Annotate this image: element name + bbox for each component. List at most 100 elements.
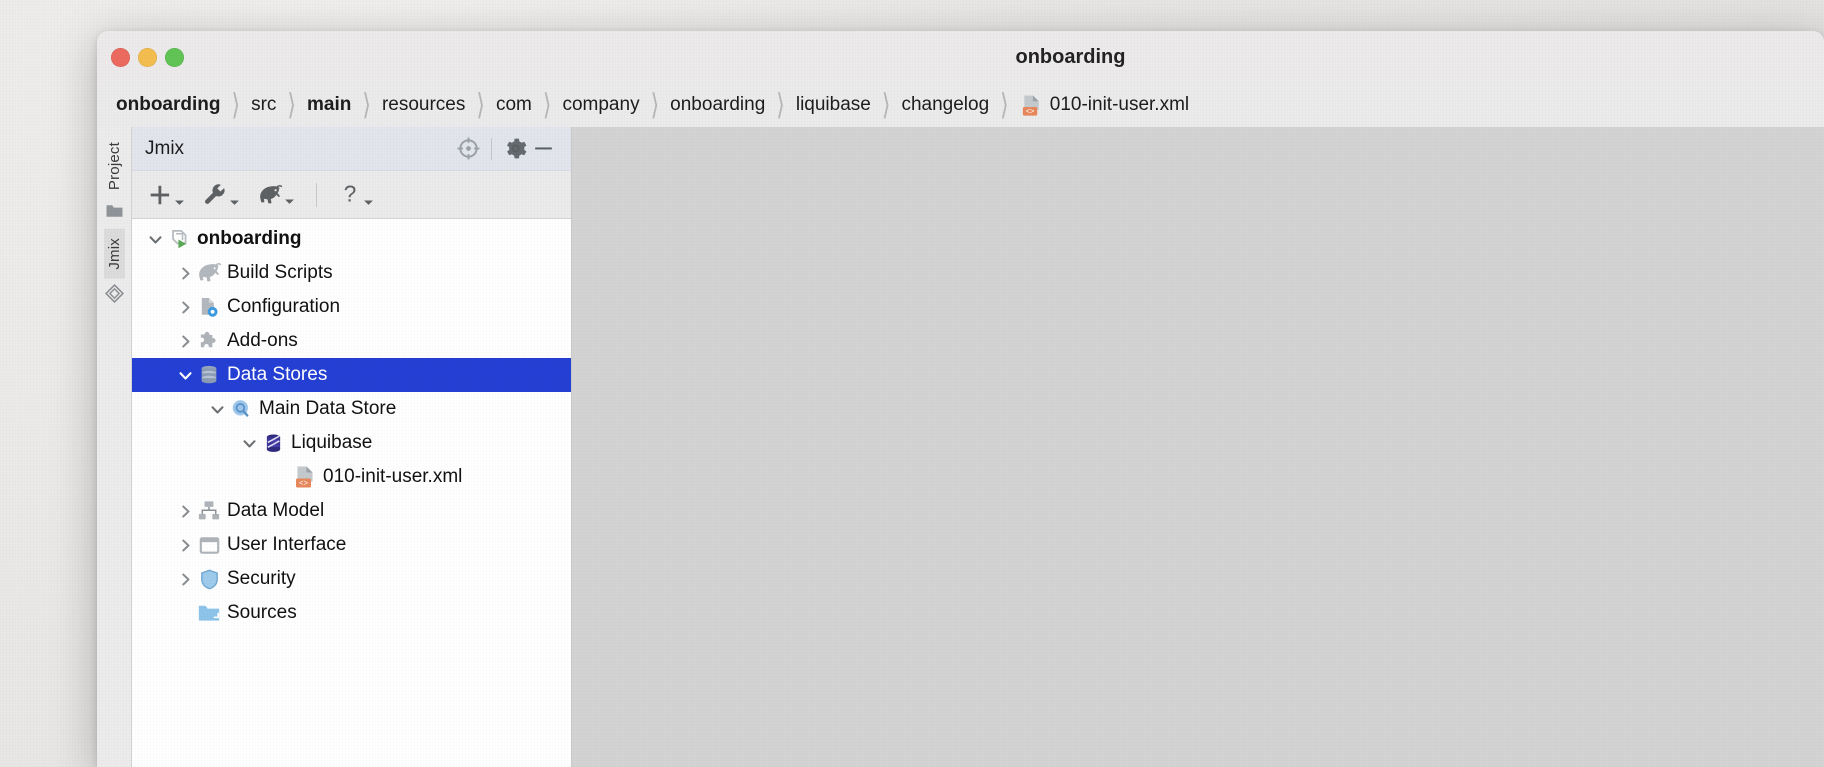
configuration-icon <box>196 295 222 319</box>
jmix-project-tree[interactable]: onboarding Build Scripts Configuration A… <box>132 219 571 767</box>
breadcrumb-item-changelog[interactable]: changelog <box>901 94 989 116</box>
tool-window-title: Jmix <box>145 137 185 159</box>
breadcrumb-item-company[interactable]: company <box>562 94 639 116</box>
breadcrumb-separator-icon: ⟩ <box>362 87 371 122</box>
svg-text:<>: <> <box>299 478 309 487</box>
add-icon[interactable] <box>145 179 187 211</box>
chevron-down-icon <box>175 200 184 205</box>
gradle-elephant-icon <box>196 262 222 284</box>
tool-window-toolbar: ? <box>132 171 571 219</box>
tree-label: 010-init-user.xml <box>323 466 463 487</box>
window-titlebar: onboarding <box>97 31 1824 83</box>
breadcrumb-item-main[interactable]: main <box>307 94 351 116</box>
jmix-project-icon <box>166 227 192 251</box>
breadcrumb: onboarding ⟩ src ⟩ main ⟩ resources ⟩ co… <box>97 83 1824 127</box>
puzzle-icon <box>196 329 222 353</box>
tool-window-header: Jmix <box>132 127 571 171</box>
chevron-right-icon[interactable] <box>174 538 196 553</box>
tree-label: Liquibase <box>291 432 373 453</box>
jmix-diamond-icon[interactable] <box>104 283 125 304</box>
tree-label: Sources <box>227 602 297 623</box>
ide-body: Project Jmix Jmix ? onboarding Build Scr… <box>97 127 1824 767</box>
ide-window: onboarding onboarding ⟩ src ⟩ main ⟩ res… <box>97 31 1824 767</box>
chevron-down-icon[interactable] <box>238 436 260 451</box>
minimize-icon[interactable] <box>529 135 557 163</box>
breadcrumb-item-com[interactable]: com <box>496 94 532 116</box>
breadcrumb-separator-icon: ⟩ <box>650 87 660 122</box>
tree-label: User Interface <box>227 534 347 555</box>
chevron-right-icon[interactable] <box>174 266 196 281</box>
breadcrumb-item-file[interactable]: <> 010-init-user.xml <box>1020 94 1189 117</box>
chevron-down-icon <box>364 200 373 205</box>
tree-row-build-scripts[interactable]: Build Scripts <box>132 256 571 290</box>
chevron-right-icon[interactable] <box>174 300 196 315</box>
breadcrumb-file-label: 010-init-user.xml <box>1049 94 1190 115</box>
svg-text:<>: <> <box>1025 106 1034 115</box>
tree-label: Add-ons <box>227 330 298 351</box>
tree-label: Build Scripts <box>227 262 333 283</box>
chevron-right-icon[interactable] <box>174 572 196 587</box>
gear-icon[interactable] <box>501 135 529 163</box>
tree-row-data-model[interactable]: Data Model <box>132 494 571 528</box>
sidebar-tab-jmix[interactable]: Jmix <box>103 229 125 279</box>
tree-label: Data Model <box>227 500 325 521</box>
chevron-down-icon[interactable] <box>206 402 228 417</box>
tree-label: Data Stores <box>227 364 328 385</box>
data-model-icon <box>196 499 222 523</box>
tree-label: Security <box>227 568 296 589</box>
breadcrumb-item-liquibase[interactable]: liquibase <box>796 94 871 116</box>
tree-row-sources[interactable]: Sources <box>132 596 571 630</box>
editor-area[interactable] <box>572 127 1824 767</box>
tree-row-user-interface[interactable]: User Interface <box>132 528 571 562</box>
folder-icon[interactable] <box>105 203 124 219</box>
breadcrumb-separator-icon: ⟩ <box>231 87 241 122</box>
wrench-icon[interactable] <box>200 179 242 211</box>
tree-row-xml-file[interactable]: <> 010-init-user.xml <box>132 460 571 494</box>
breadcrumb-separator-icon: ⟩ <box>881 87 891 122</box>
tree-row-configuration[interactable]: Configuration <box>132 290 571 324</box>
database-icon <box>196 364 222 386</box>
chevron-down-icon <box>285 199 294 204</box>
tree-row-main-data-store[interactable]: Main Data Store <box>132 392 571 426</box>
breadcrumb-separator-icon: ⟩ <box>1000 87 1009 122</box>
locate-icon[interactable] <box>454 135 482 163</box>
svg-text:?: ? <box>344 182 357 207</box>
breadcrumb-separator-icon: ⟩ <box>776 87 785 122</box>
data-store-icon <box>228 398 254 421</box>
tree-row-add-ons[interactable]: Add-ons <box>132 324 571 358</box>
folder-icon <box>196 602 222 624</box>
chevron-right-icon[interactable] <box>174 504 196 519</box>
breadcrumb-item-resources[interactable]: resources <box>382 94 465 116</box>
breadcrumb-separator-icon: ⟩ <box>542 87 552 122</box>
traffic-light-controls[interactable] <box>97 47 184 67</box>
close-button[interactable] <box>111 47 130 67</box>
tree-row-security[interactable]: Security <box>132 562 571 596</box>
chevron-down-icon[interactable] <box>174 368 196 383</box>
xml-file-icon: <> <box>292 465 318 489</box>
sidebar-tab-project[interactable]: Project <box>104 133 125 199</box>
toolbar-divider <box>316 182 317 207</box>
left-tool-strip: Project Jmix <box>97 127 132 767</box>
tree-label: onboarding <box>197 228 302 249</box>
tree-label: Configuration <box>227 296 341 317</box>
shield-icon <box>196 568 222 591</box>
breadcrumb-separator-icon: ⟩ <box>287 87 296 122</box>
breadcrumb-item-src[interactable]: src <box>251 94 276 116</box>
desktop-background: onboarding onboarding ⟩ src ⟩ main ⟩ res… <box>0 0 1824 767</box>
tree-label: Main Data Store <box>259 398 397 419</box>
chevron-down-icon[interactable] <box>144 232 166 247</box>
breadcrumb-separator-icon: ⟩ <box>476 87 485 122</box>
liquibase-icon <box>260 432 286 455</box>
xml-file-icon: <> <box>1020 94 1043 117</box>
chevron-right-icon[interactable] <box>174 334 196 349</box>
breadcrumb-item-onboarding[interactable]: onboarding <box>116 94 220 116</box>
tree-row-onboarding[interactable]: onboarding <box>132 222 571 256</box>
tree-row-data-stores[interactable]: Data Stores <box>132 358 571 392</box>
minimize-button[interactable] <box>138 47 157 67</box>
help-icon[interactable]: ? <box>336 179 376 211</box>
tree-row-liquibase[interactable]: Liquibase <box>132 426 571 460</box>
gradle-elephant-icon[interactable] <box>255 180 297 210</box>
maximize-button[interactable] <box>165 47 184 67</box>
chevron-down-icon <box>230 200 239 205</box>
breadcrumb-item-onboarding-pkg[interactable]: onboarding <box>670 94 765 116</box>
